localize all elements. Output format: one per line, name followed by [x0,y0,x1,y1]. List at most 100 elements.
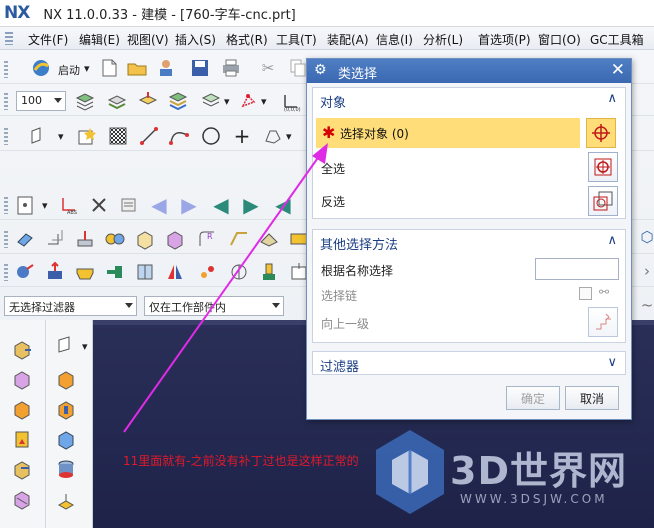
arc-icon[interactable] [168,125,190,147]
part-navigator-side-icon[interactable] [11,398,33,420]
sketch-task-icon[interactable] [76,125,98,147]
layer-move-icon[interactable] [137,90,159,112]
select-object-row[interactable]: ✱ 选择对象 (0) [316,118,580,148]
up-one-level-button[interactable] [588,307,618,337]
chevron-down-icon[interactable]: ▾ [84,62,90,75]
chevron-up-icon[interactable]: ∧ [607,91,617,106]
select-chain-checkbox[interactable] [579,287,592,300]
replace-face-icon[interactable] [104,261,126,283]
chevron-down-icon[interactable]: ▾ [286,130,292,143]
menu-info[interactable]: 信息(I) [376,31,413,48]
part-navigator-icon[interactable] [14,194,36,216]
wcs-origin-icon[interactable]: (0,0,0) [280,90,302,112]
more-icon[interactable]: › [636,260,654,282]
reuse-library-icon[interactable] [11,428,33,450]
chevron-down-icon[interactable]: ▾ [42,199,48,212]
layer-visible-icon[interactable] [106,90,128,112]
move-face-icon[interactable] [14,261,36,283]
point-icon[interactable]: + [231,124,253,148]
start-icon[interactable] [30,57,52,79]
circle-icon[interactable] [200,125,222,147]
box-feature-icon[interactable] [55,368,77,390]
save-icon[interactable] [189,57,211,79]
chamfer-icon[interactable] [228,228,250,250]
chevron-down-icon[interactable]: ▾ [224,95,230,108]
sketch-icon[interactable] [28,125,50,147]
block-icon[interactable] [134,228,156,250]
offset-icon[interactable] [44,228,66,250]
system-materials-icon[interactable] [11,488,33,510]
sheet-icon[interactable] [55,334,77,356]
menu-view[interactable]: 视图(V) [127,31,169,48]
menu-gc-toolbox[interactable]: GC工具箱 [590,31,644,48]
step-back-icon[interactable]: ◀ [272,193,294,217]
gear-icon[interactable]: ⚙ [314,62,327,78]
name-input[interactable] [535,258,619,280]
filter-group[interactable]: 过滤器 ∨ [312,351,626,375]
arrow-right-icon[interactable]: ▶ [178,193,200,217]
wcs-abs-icon[interactable]: ABS [57,194,79,216]
layer-up-icon[interactable] [55,492,77,514]
menu-preferences[interactable]: 首选项(P) [478,31,531,48]
blend-icon[interactable]: R [196,228,218,250]
chevron-up-icon[interactable]: ∧ [607,233,617,248]
history-icon[interactable] [11,458,33,480]
object-group-header[interactable]: 对象 ∧ [313,88,625,112]
undo-arrow-icon[interactable]: ◀ [210,193,232,217]
menu-tools[interactable]: 工具(T) [276,31,317,48]
layer-copy-icon[interactable] [167,90,189,112]
menu-file[interactable]: 文件(F) [28,31,68,48]
select-object-button[interactable] [586,118,616,148]
zoom-combo[interactable]: 100 [16,91,66,111]
extrude-icon[interactable] [14,228,36,250]
cube-blue-icon[interactable] [55,428,77,450]
wave-icon[interactable]: ~ [636,294,654,316]
pattern-face-icon[interactable] [196,261,218,283]
arrow-left-icon[interactable]: ◀ [148,193,170,217]
menu-insert[interactable]: 插入(S) [175,31,216,48]
finish-sketch-icon[interactable] [107,125,129,147]
offset-region-icon[interactable] [74,261,96,283]
cylinder-icon[interactable] [55,458,77,480]
resize-blend-icon[interactable] [134,261,156,283]
pattern-icon[interactable] [104,228,126,250]
dialog-title-bar[interactable]: ⚙ 类选择 ✕ [307,59,631,83]
point-select-icon[interactable] [238,90,260,112]
start-label[interactable]: 启动 [58,62,80,78]
mirror-icon[interactable] [164,261,186,283]
menu-format[interactable]: 格式(R) [226,31,268,48]
chevron-down-icon[interactable]: ∨ [607,355,617,370]
type-filter-combo[interactable]: 无选择过滤器 [4,296,137,316]
print-icon[interactable] [220,57,242,79]
ok-button[interactable]: 确定 [506,386,560,410]
cancel-button[interactable]: 取消 [565,386,619,410]
chevron-down-icon[interactable]: ▾ [261,95,267,108]
chevron-down-icon[interactable]: ▾ [58,130,64,143]
copy-face-icon[interactable] [258,261,280,283]
delete-face-icon[interactable] [228,261,250,283]
pull-face-icon[interactable] [44,261,66,283]
cut-icon[interactable]: ✂ [257,57,279,79]
layer-stack-icon[interactable] [74,90,96,112]
chevron-down-icon[interactable]: ▾ [82,340,88,353]
cube-icon[interactable] [164,228,186,250]
hole-feature-icon[interactable] [55,398,77,420]
delete-feature-icon[interactable] [88,194,110,216]
filter-group-header[interactable]: 过滤器 ∨ [313,352,625,376]
open-folder-icon[interactable] [126,57,148,79]
new-file-icon[interactable] [98,57,120,79]
constraint-navigator-icon[interactable] [11,368,33,390]
close-icon[interactable]: ✕ [611,60,625,80]
shell-icon[interactable] [258,228,280,250]
menu-assembly[interactable]: 装配(A) [327,31,369,48]
invert-selection-button[interactable] [588,186,618,216]
hexagon-icon[interactable]: ⬡ [636,226,654,248]
selection-scope-combo[interactable]: 仅在工作部件内 [144,296,284,316]
select-all-button[interactable] [588,152,618,182]
redo-arrow-icon[interactable]: ▶ [240,193,262,217]
boss-icon[interactable] [74,228,96,250]
menu-edit[interactable]: 编辑(E) [79,31,120,48]
menu-analysis[interactable]: 分析(L) [423,31,463,48]
edit-param-icon[interactable] [118,194,140,216]
assembly-navigator-icon[interactable] [11,338,33,360]
